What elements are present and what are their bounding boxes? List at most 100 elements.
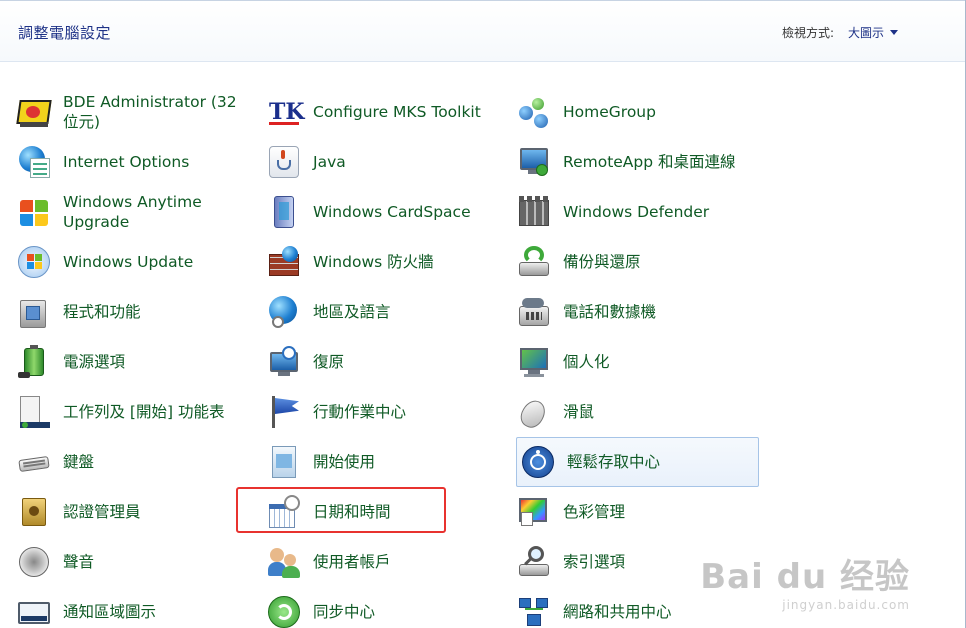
- firewall-icon: [266, 244, 302, 280]
- item-label: 個人化: [563, 353, 610, 371]
- item-taskbar-start-menu[interactable]: 工作列及 [開始] 功能表: [16, 388, 258, 436]
- indexing-options-icon: [516, 544, 552, 580]
- item-phone-modem[interactable]: 電話和數據機: [516, 288, 758, 336]
- item-label: 網路和共用中心: [563, 603, 672, 621]
- item-label: 認證管理員: [63, 503, 141, 521]
- item-mouse[interactable]: 滑鼠: [516, 388, 758, 436]
- item-label: 工作列及 [開始] 功能表: [63, 403, 225, 421]
- item-personalization[interactable]: 個人化: [516, 338, 758, 386]
- watermark-url: jingyan.baidu.com: [782, 598, 910, 612]
- item-configure-mks-toolkit[interactable]: TK Configure MKS Toolkit: [266, 88, 508, 136]
- bde-admin-icon: [16, 94, 52, 130]
- item-label: 地區及語言: [313, 303, 391, 321]
- internet-options-icon: [16, 144, 52, 180]
- item-label: 輕鬆存取中心: [567, 453, 661, 471]
- item-label: 備份與還原: [563, 253, 641, 271]
- item-region-language[interactable]: 地區及語言: [266, 288, 508, 336]
- item-keyboard[interactable]: 鍵盤: [16, 438, 258, 486]
- keyboard-icon: [16, 444, 52, 480]
- item-label: 日期和時間: [313, 503, 391, 521]
- item-java[interactable]: Java: [266, 138, 508, 186]
- action-center-icon: [266, 394, 302, 430]
- item-label: 聲音: [63, 553, 95, 571]
- item-label: 色彩管理: [563, 503, 626, 521]
- item-label: 通知區域圖示: [63, 603, 157, 621]
- view-by-value: 大圖示: [847, 26, 884, 40]
- personalization-icon: [516, 344, 552, 380]
- cardspace-icon: [266, 194, 302, 230]
- item-bde-administrator[interactable]: BDE Administrator (32 位元): [16, 88, 258, 136]
- item-label: Java: [313, 153, 346, 171]
- getting-started-icon: [266, 444, 302, 480]
- item-label: 索引選項: [563, 553, 626, 571]
- item-sync-center[interactable]: 同步中心: [266, 588, 508, 628]
- recovery-icon: [266, 344, 302, 380]
- homegroup-icon: [516, 94, 552, 130]
- control-panel-header: 調整電腦設定 檢視方式: 大圖示: [0, 0, 966, 62]
- item-label: Windows Update: [63, 253, 194, 271]
- item-label: 行動作業中心: [313, 403, 407, 421]
- item-label: 開始使用: [313, 453, 376, 471]
- item-label: Internet Options: [63, 153, 190, 171]
- item-label: HomeGroup: [563, 103, 656, 121]
- item-getting-started[interactable]: 開始使用: [266, 438, 508, 486]
- item-credential-manager[interactable]: 認證管理員: [16, 488, 258, 536]
- item-sound[interactable]: 聲音: [16, 538, 258, 586]
- item-color-management[interactable]: 色彩管理: [516, 488, 758, 536]
- remoteapp-icon: [516, 144, 552, 180]
- item-label: 復原: [313, 353, 345, 371]
- item-power-options[interactable]: 電源選項: [16, 338, 258, 386]
- baidu-watermark: Bai du 经验 jingyan.baidu.com: [700, 549, 910, 612]
- view-by-dropdown[interactable]: 大圖示: [848, 24, 898, 41]
- item-windows-anytime-upgrade[interactable]: Windows Anytime Upgrade: [16, 188, 258, 236]
- notification-area-icon: [16, 594, 52, 628]
- backup-restore-icon: [516, 244, 552, 280]
- item-programs-features[interactable]: 程式和功能: [16, 288, 258, 336]
- item-label: RemoteApp 和桌面連線: [563, 153, 736, 171]
- taskbar-start-icon: [16, 394, 52, 430]
- item-label: Configure MKS Toolkit: [313, 103, 481, 121]
- item-notification-area-icons[interactable]: 通知區域圖示: [16, 588, 258, 628]
- item-label: Windows Defender: [563, 203, 710, 221]
- defender-icon: [516, 194, 552, 230]
- item-windows-firewall[interactable]: Windows 防火牆: [266, 238, 508, 286]
- page-title: 調整電腦設定: [18, 24, 112, 42]
- item-label: 程式和功能: [63, 303, 141, 321]
- item-label: 鍵盤: [63, 453, 95, 471]
- item-windows-cardspace[interactable]: Windows CardSpace: [266, 188, 508, 236]
- region-language-icon: [266, 294, 302, 330]
- view-by-label: 檢視方式:: [781, 26, 834, 40]
- item-date-time[interactable]: 日期和時間: [266, 488, 508, 536]
- item-user-accounts[interactable]: 使用者帳戶: [266, 538, 508, 586]
- item-action-center[interactable]: 行動作業中心: [266, 388, 508, 436]
- mks-toolkit-icon: TK: [269, 99, 305, 125]
- mouse-icon: [516, 394, 552, 432]
- item-ease-of-access[interactable]: 輕鬆存取中心: [516, 437, 759, 487]
- item-label: BDE Administrator (32 位元): [63, 93, 237, 131]
- item-internet-options[interactable]: Internet Options: [16, 138, 258, 186]
- item-label: 同步中心: [313, 603, 376, 621]
- item-homegroup[interactable]: HomeGroup: [516, 88, 758, 136]
- watermark-brand: Bai du 经验: [700, 557, 910, 597]
- item-remoteapp[interactable]: RemoteApp 和桌面連線: [516, 138, 758, 186]
- item-label: 電源選項: [63, 353, 126, 371]
- windows-anytime-upgrade-icon: [16, 194, 52, 230]
- power-options-icon: [16, 344, 52, 380]
- credential-manager-icon: [16, 494, 52, 530]
- item-label: 滑鼠: [563, 403, 595, 421]
- java-icon: [266, 144, 302, 180]
- windows-update-icon: [16, 244, 52, 280]
- item-backup-restore[interactable]: 備份與還原: [516, 238, 758, 286]
- programs-features-icon: [16, 294, 52, 330]
- item-windows-defender[interactable]: Windows Defender: [516, 188, 758, 236]
- chevron-down-icon: [890, 30, 898, 35]
- item-label: Windows CardSpace: [313, 203, 471, 221]
- item-recovery[interactable]: 復原: [266, 338, 508, 386]
- item-label: 電話和數據機: [563, 303, 657, 321]
- date-time-icon: [266, 494, 302, 530]
- user-accounts-icon: [266, 544, 302, 580]
- item-label: 使用者帳戶: [313, 553, 391, 571]
- item-windows-update[interactable]: Windows Update: [16, 238, 258, 286]
- phone-modem-icon: [516, 294, 552, 330]
- item-label: Windows 防火牆: [313, 253, 434, 271]
